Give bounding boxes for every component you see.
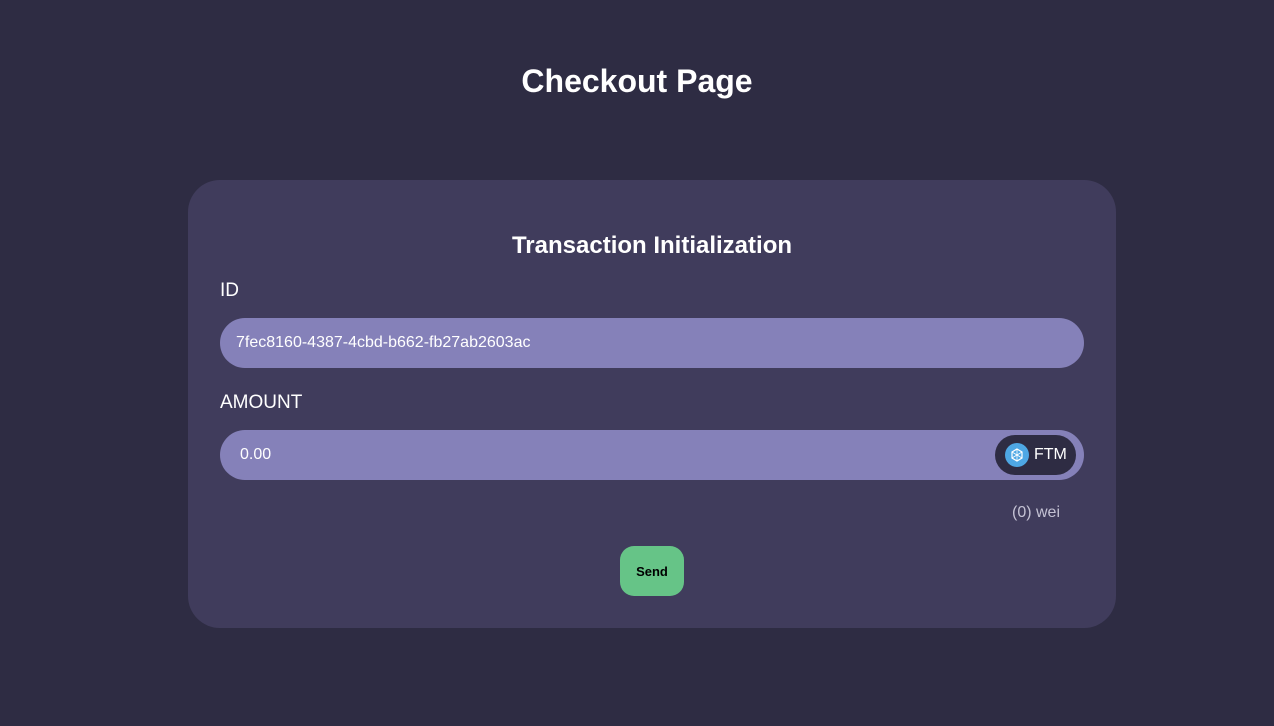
- page-title: Checkout Page: [521, 63, 753, 99]
- id-input[interactable]: [236, 318, 1066, 368]
- send-button[interactable]: Send: [620, 546, 684, 596]
- wei-amount-note: (0) wei: [1012, 504, 1061, 521]
- token-symbol: FTM: [1034, 446, 1067, 463]
- id-input-wrapper: [220, 318, 1084, 368]
- id-label: ID: [220, 280, 239, 301]
- amount-label: AMOUNT: [220, 392, 303, 413]
- card-title: Transaction Initialization: [511, 232, 793, 259]
- amount-input-wrapper: FTM: [220, 430, 1084, 480]
- fantom-token-icon: [1005, 443, 1029, 467]
- amount-input[interactable]: [240, 430, 980, 480]
- token-selector[interactable]: FTM: [995, 435, 1076, 475]
- checkout-page: Checkout Page Transaction Initialization…: [0, 0, 1274, 726]
